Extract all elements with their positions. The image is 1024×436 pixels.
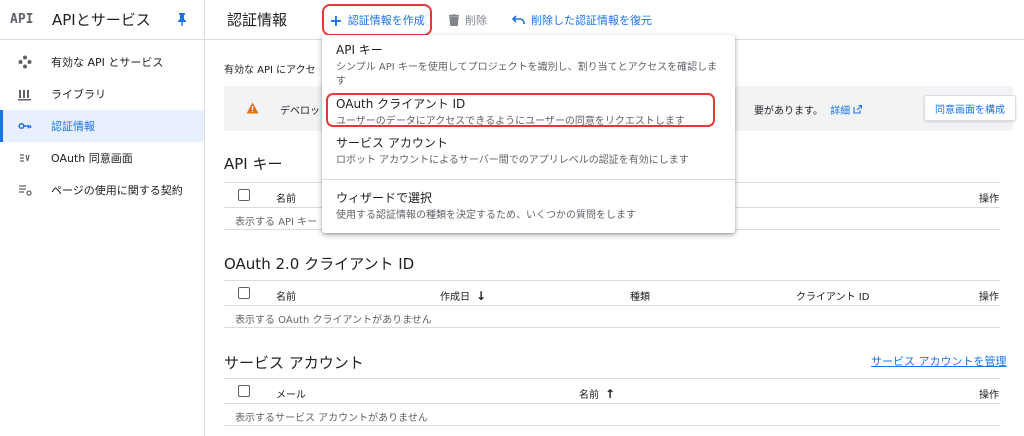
library-icon bbox=[18, 87, 32, 101]
column-header-name[interactable]: 名前 bbox=[276, 288, 296, 303]
menu-item-title: API キー bbox=[336, 43, 383, 57]
empty-row: 表示する OAuth クライアントがありません bbox=[224, 306, 1000, 328]
create-credentials-label: 認証情報を作成 bbox=[347, 14, 425, 27]
sidebar-item-label: ページの使用に関する契約 bbox=[51, 184, 183, 197]
column-header-name[interactable]: 名前 bbox=[276, 190, 296, 205]
menu-item-wizard[interactable]: ウィザードで選択 使用する認証情報の種類を決定するため、いくつかの質問をします bbox=[322, 189, 735, 223]
column-header-created-label: 作成日 bbox=[440, 292, 470, 303]
menu-item-title: ウィザードで選択 bbox=[336, 191, 433, 205]
sidebar-item-oauth-consent[interactable]: OAuth 同意画面 bbox=[0, 142, 204, 174]
select-all-checkbox[interactable] bbox=[238, 385, 250, 397]
sidebar-item-page-usage[interactable]: ページの使用に関する契約 bbox=[0, 174, 204, 206]
pin-icon[interactable] bbox=[176, 12, 188, 26]
sort-up-icon: ↑ bbox=[605, 387, 616, 401]
column-header-name-label: 名前 bbox=[579, 390, 599, 401]
api-keys-title: API キー bbox=[224, 155, 283, 173]
menu-item-title: サービス アカウント bbox=[336, 136, 448, 150]
table-header: メール 名前 ↑ 操作 bbox=[224, 378, 1000, 404]
table-header: 名前 作成日 ↓ 種類 クライアント ID 操作 bbox=[224, 280, 1000, 306]
sidebar-header: API APIとサービス bbox=[0, 0, 204, 40]
configure-consent-button[interactable]: 同意画面を構成 bbox=[924, 95, 1016, 121]
menu-item-description: ロボット アカウントによるサーバー間でのアプリレベルの認証を有効にします bbox=[336, 155, 689, 166]
sidebar-item-label: 有効な API とサービス bbox=[51, 56, 164, 69]
oauth-clients-table: 名前 作成日 ↓ 種類 クライアント ID 操作 表示する OAuth クライアン… bbox=[224, 280, 1000, 328]
manage-service-accounts-link[interactable]: サービス アカウントを管理 bbox=[871, 353, 1007, 369]
empty-message: 表示する OAuth クライアントがありません bbox=[235, 315, 432, 326]
sidebar-item-label: ライブラリ bbox=[51, 88, 106, 101]
key-icon bbox=[18, 119, 32, 133]
column-header-action: 操作 bbox=[979, 194, 999, 205]
settings-list-icon bbox=[18, 183, 32, 197]
details-link[interactable]: 詳細 bbox=[830, 106, 850, 117]
empty-message: 表示する API キー bbox=[235, 217, 318, 228]
page-title: 認証情報 bbox=[227, 11, 288, 29]
delete-label: 削除 bbox=[465, 14, 487, 27]
empty-message: 表示するサービス アカウントがありません bbox=[235, 413, 428, 424]
api-logo: API bbox=[10, 12, 34, 27]
intro-text: 有効な API にアクセ bbox=[224, 65, 316, 76]
menu-item-description: シンプル API キーを使用してプロジェクトを識別し、割り当てとアクセスを確認し… bbox=[336, 62, 718, 87]
menu-divider bbox=[322, 179, 735, 180]
delete-button[interactable]: 削除 bbox=[449, 12, 487, 28]
column-header-client-id[interactable]: クライアント ID bbox=[796, 288, 869, 303]
create-credentials-button[interactable]: + 認証情報を作成 bbox=[322, 4, 432, 36]
banner-tail-text: 要があります。 bbox=[754, 106, 823, 117]
service-accounts-table: メール 名前 ↑ 操作 表示するサービス アカウントがありません bbox=[224, 378, 1000, 426]
sidebar-title: APIとサービス bbox=[52, 11, 151, 29]
restore-deleted-label: 削除した認証情報を復元 bbox=[531, 14, 652, 27]
banner-text: デベロッ bbox=[280, 106, 320, 117]
sidebar-item-label: 認証情報 bbox=[51, 120, 95, 133]
menu-item-description: 使用する認証情報の種類を決定するため、いくつかの質問をします bbox=[336, 210, 636, 221]
sort-down-icon: ↓ bbox=[476, 289, 487, 303]
menu-item-api-key[interactable]: API キー シンプル API キーを使用してプロジェクトを識別し、割り当てとア… bbox=[322, 41, 735, 89]
banner-text-tail: 要があります。 詳細 bbox=[754, 102, 863, 117]
plus-icon: + bbox=[329, 10, 343, 30]
restore-deleted-button[interactable]: 削除した認証情報を復元 bbox=[512, 12, 652, 28]
trash-icon bbox=[449, 14, 459, 26]
oauth-clients-title: OAuth 2.0 クライアント ID bbox=[224, 255, 415, 273]
select-all-checkbox[interactable] bbox=[238, 189, 250, 201]
sidebar-item-credentials[interactable]: 認証情報 bbox=[0, 110, 204, 142]
service-accounts-title: サービス アカウント bbox=[224, 354, 364, 372]
diamond-nodes-icon bbox=[18, 55, 32, 69]
column-header-action: 操作 bbox=[979, 390, 999, 401]
menu-item-service-account[interactable]: サービス アカウント ロボット アカウントによるサーバー間でのアプリレベルの認証… bbox=[322, 134, 735, 168]
sidebar-item-label: OAuth 同意画面 bbox=[51, 152, 133, 165]
oauth-highlight-outline bbox=[326, 93, 715, 127]
column-header-action: 操作 bbox=[979, 292, 999, 303]
undo-icon bbox=[512, 15, 525, 24]
external-link-icon bbox=[853, 104, 863, 114]
top-bar: 認証情報 + 認証情報を作成 削除 削除した認証情報を復元 bbox=[205, 0, 1024, 40]
sidebar-item-library[interactable]: ライブラリ bbox=[0, 78, 204, 110]
create-credentials-menu: API キー シンプル API キーを使用してプロジェクトを識別し、割り当てとア… bbox=[322, 35, 735, 233]
column-header-email[interactable]: メール bbox=[276, 386, 306, 401]
sidebar-item-enabled-apis[interactable]: 有効な API とサービス bbox=[0, 46, 204, 78]
empty-row: 表示するサービス アカウントがありません bbox=[224, 404, 1000, 426]
sidebar: API APIとサービス 有効な API とサービス ライブラリ 認証情報 OA… bbox=[0, 0, 205, 436]
warning-icon bbox=[246, 102, 259, 114]
column-header-type[interactable]: 種類 bbox=[630, 288, 650, 303]
column-header-created[interactable]: 作成日 ↓ bbox=[440, 288, 486, 303]
select-all-checkbox[interactable] bbox=[238, 287, 250, 299]
column-header-name[interactable]: 名前 ↑ bbox=[579, 386, 615, 401]
consent-icon bbox=[18, 151, 32, 165]
